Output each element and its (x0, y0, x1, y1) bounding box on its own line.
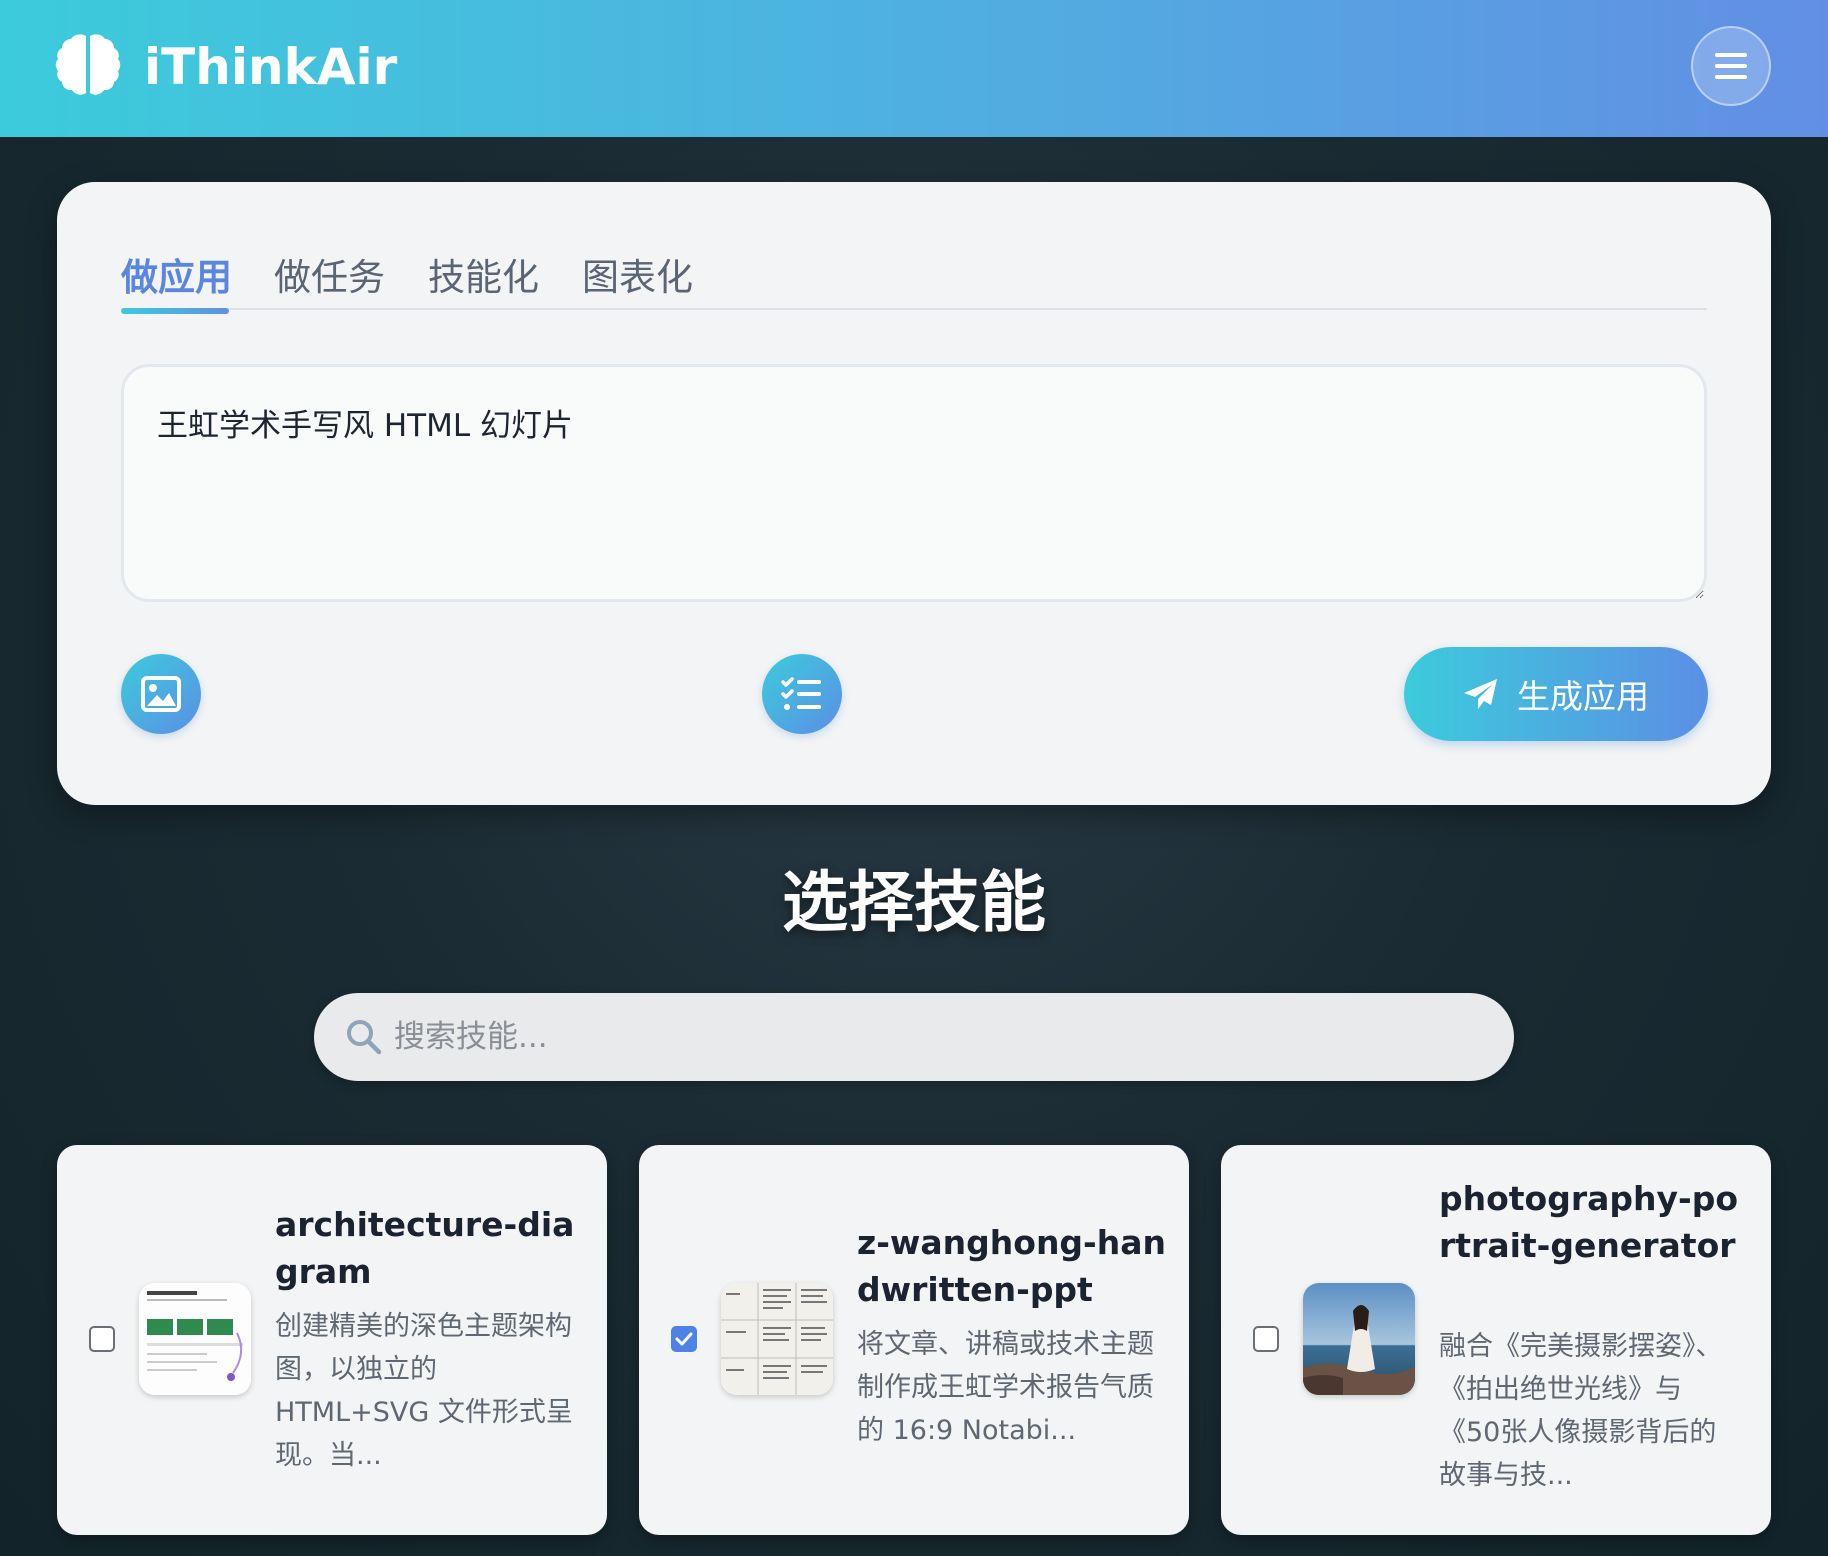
app-title: iThinkAir (144, 38, 398, 96)
skill-card-z-wanghong-handwritten-ppt[interactable]: z-wanghong-handwritten-ppt 将文章、讲稿或技术主题制作… (639, 1145, 1189, 1535)
search-icon (347, 1020, 382, 1055)
task-list-button[interactable] (762, 654, 842, 734)
skill-checkbox[interactable] (89, 1326, 115, 1352)
skill-description: 融合《完美摄影摆姿》、《拍出绝世光线》与《50张人像摄影背后的故事与技... (1439, 1331, 1723, 1491)
task-list-icon (781, 677, 821, 710)
upload-image-button[interactable] (121, 654, 201, 734)
menu-button[interactable] (1691, 26, 1771, 106)
mode-tabs: 做应用 做任务 技能化 图表化 (121, 252, 1707, 310)
skill-search-bar (314, 993, 1514, 1081)
skill-description: 将文章、讲稿或技术主题制作成王虹学术报告气质的 16:9 Notabi... (857, 1329, 1154, 1446)
skill-card-photography-portrait-generator[interactable]: photography-portrait-generator 融合《完美摄影摆姿… (1221, 1145, 1771, 1535)
hamburger-menu-icon (1715, 53, 1747, 79)
brain-icon (55, 34, 121, 95)
skill-name: z-wanghong-handwritten-ppt (857, 1223, 1167, 1309)
skills-section-title: 选择技能 (782, 864, 1046, 941)
skill-name: architecture-diagram (275, 1205, 575, 1291)
image-icon (141, 676, 181, 712)
skill-thumbnail (139, 1283, 251, 1395)
tab-skillify[interactable]: 技能化 (428, 252, 539, 304)
skill-thumbnail (1303, 1283, 1415, 1395)
create-panel: 做应用 做任务 技能化 图表化 生成应用 (57, 182, 1771, 805)
app-header: iThinkAir (0, 0, 1828, 137)
tab-make-app[interactable]: 做应用 (121, 252, 232, 304)
skill-card-architecture-diagram[interactable]: architecture-diagram 创建精美的深色主题架构图，以独立的 H… (57, 1145, 607, 1535)
skill-thumbnail (721, 1283, 833, 1395)
checkmark-icon (675, 1332, 693, 1346)
prompt-input[interactable] (121, 364, 1707, 602)
generate-button-label: 生成应用 (1517, 677, 1649, 716)
tab-do-task[interactable]: 做任务 (274, 252, 385, 304)
skill-name: photography-portrait-generator (1439, 1179, 1739, 1265)
tab-chartify[interactable]: 图表化 (582, 252, 693, 304)
paper-plane-icon (1464, 679, 1497, 709)
active-tab-indicator (121, 308, 229, 314)
generate-app-button[interactable]: 生成应用 (1404, 647, 1708, 741)
skill-description: 创建精美的深色主题架构图，以独立的 HTML+SVG 文件形式呈现。当... (275, 1311, 573, 1471)
skill-search-input[interactable] (394, 993, 1474, 1081)
skill-checkbox[interactable] (1253, 1326, 1279, 1352)
skill-checkbox[interactable] (671, 1326, 697, 1352)
